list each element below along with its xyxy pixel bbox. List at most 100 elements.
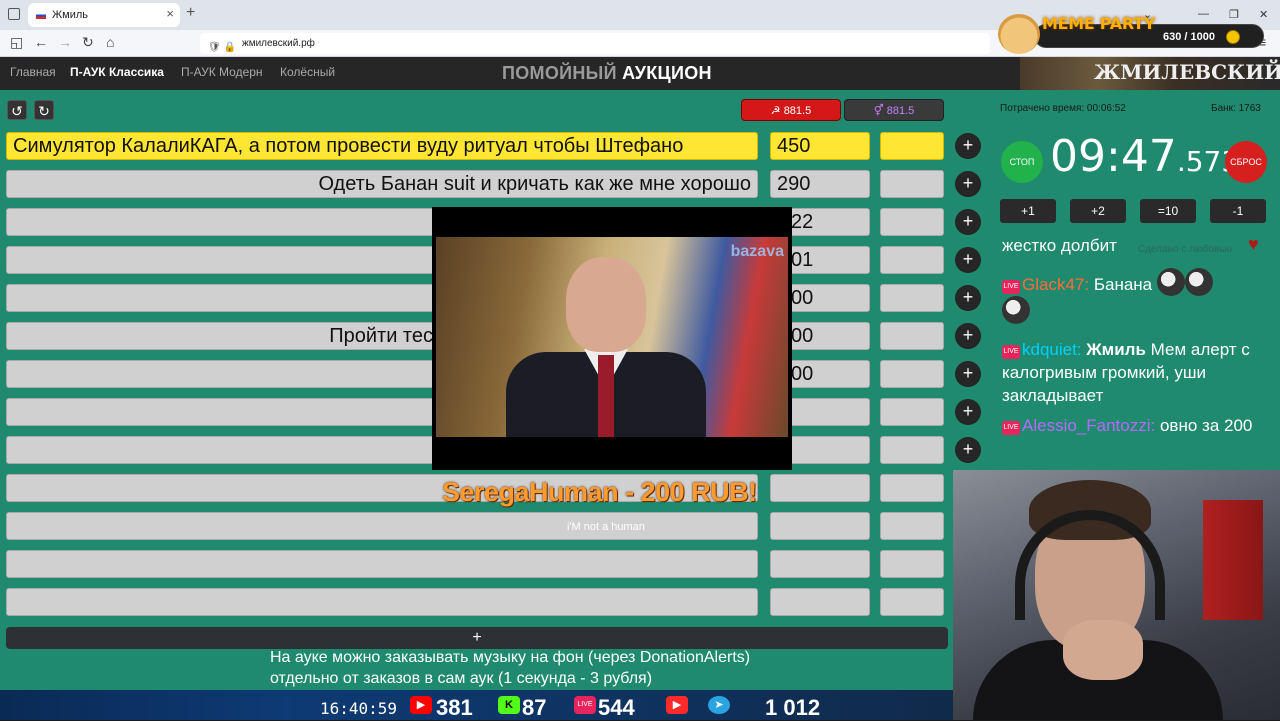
lot-add-amount-input[interactable]	[880, 132, 944, 160]
donation-message: i'M not a human	[567, 521, 645, 533]
add-bid-plus-button[interactable]: +	[955, 323, 981, 349]
lot-name-input[interactable]	[6, 512, 758, 540]
live-badge-icon: LIVE	[1002, 345, 1020, 359]
timer-set10-button[interactable]: =10	[1140, 199, 1196, 223]
nav-link-wheel[interactable]: Колёсный	[280, 65, 335, 79]
tab-list-icon[interactable]	[8, 8, 20, 20]
lot-name-input[interactable]	[6, 588, 758, 616]
emote-icon	[1156, 268, 1185, 296]
nav-link-home[interactable]: Главная	[10, 65, 56, 79]
lot-add-amount-input[interactable]	[880, 550, 944, 578]
streamer-hands	[1063, 620, 1143, 680]
info-text: На ауке можно заказывать музыку на фон (…	[270, 647, 750, 689]
browser-tab[interactable]: Жмиль ×	[28, 3, 180, 27]
chat-nick: kdquiet:	[1022, 340, 1082, 359]
url-bar[interactable]: 🛡 🔒 жмилевский.рф	[200, 33, 990, 54]
lot-add-amount-input[interactable]	[880, 588, 944, 616]
nav-link-classic[interactable]: П-АУК Классика	[70, 65, 164, 79]
reload-icon[interactable]: ↻	[82, 34, 94, 51]
add-bid-plus-button[interactable]: +	[955, 209, 981, 235]
site-banner: ЖМИЛЕВСКИЙ.РФ	[1020, 57, 1280, 90]
banner-text: ЖМИЛЕВСКИЙ.РФ	[1094, 60, 1280, 84]
redo-icon[interactable]: ↻	[34, 100, 54, 120]
add-bid-plus-button[interactable]: +	[955, 133, 981, 159]
new-tab-button[interactable]: +	[186, 4, 195, 22]
close-tab-icon[interactable]: ×	[166, 6, 174, 21]
lot-add-amount-input[interactable]	[880, 246, 944, 274]
undo-icon[interactable]: ↺	[7, 100, 27, 120]
webcam-feed	[953, 470, 1280, 720]
coin-icon	[1226, 30, 1240, 44]
live-badge-icon: LIVE	[1002, 280, 1020, 294]
live-count: 544	[598, 695, 635, 720]
add-lot-button[interactable]: +	[6, 627, 948, 649]
heart-icon: ♥	[1248, 234, 1259, 254]
total-purple-value: 881.5	[886, 105, 915, 117]
lot-add-amount-input[interactable]	[880, 398, 944, 426]
chat-nick: Glack47:	[1022, 275, 1090, 294]
add-bid-plus-button[interactable]: +	[955, 361, 981, 387]
meme-party-widget: MEME PARTY 630 / 1000	[998, 14, 1274, 54]
chat-message: LIVE Glack47: Банана	[1002, 268, 1268, 324]
title-dim: ПОМОЙНЫЙ	[502, 63, 617, 83]
emote-icon	[1184, 268, 1213, 296]
lot-amount-input[interactable]	[770, 588, 870, 616]
meme-party-logo: MEME PARTY	[1042, 14, 1156, 33]
lot-amount-input[interactable]	[770, 512, 870, 540]
add-bid-plus-button[interactable]: +	[955, 285, 981, 311]
chat-message: LIVE Alessio_Fantozzi: овно за 200	[1002, 414, 1268, 437]
lot-add-amount-input[interactable]	[880, 208, 944, 236]
lot-add-amount-input[interactable]	[880, 170, 944, 198]
vk-live-icon: LIVE	[574, 696, 596, 714]
lot-name-input[interactable]	[6, 550, 758, 578]
add-bid-plus-button[interactable]: +	[955, 247, 981, 273]
video-frame: bazava	[436, 237, 788, 437]
lot-add-amount-input[interactable]	[880, 512, 944, 540]
lot-name-input[interactable]: Одеть Банан suit и кричать как же мне хо…	[6, 170, 758, 198]
chat-nick: Alessio_Fantozzi:	[1022, 416, 1156, 435]
lot-add-amount-input[interactable]	[880, 474, 944, 502]
stream-clock: 16:40:59	[320, 699, 398, 718]
youtube-count: 381	[436, 695, 473, 720]
lot-add-amount-input[interactable]	[880, 322, 944, 350]
add-bid-plus-button[interactable]: +	[955, 171, 981, 197]
lot-add-amount-input[interactable]	[880, 360, 944, 388]
stop-button[interactable]: СТОП	[1001, 141, 1043, 183]
lot-row	[6, 512, 946, 540]
timer-display: 09:47.573	[1050, 131, 1239, 182]
lot-add-amount-input[interactable]	[880, 284, 944, 312]
chat-mention: Жмиль	[1086, 340, 1146, 359]
telegram-icon: ➤	[708, 696, 730, 714]
lot-name-input[interactable]: Симулятор КалалиКАГА, а потом провести в…	[6, 132, 758, 160]
lot-row: Одеть Банан suit и кричать как же мне хо…	[6, 170, 946, 198]
chat-text: овно за 200	[1159, 416, 1253, 435]
stream-stats-bar: 16:40:59 ▶ 381 K 87 LIVE 544 ▶ ➤ 1 012	[0, 690, 953, 720]
site-nav: Главная П-АУК Классика П-АУК Модерн Колё…	[0, 57, 1280, 90]
add-bid-plus-button[interactable]: +	[955, 437, 981, 463]
nav-link-modern[interactable]: П-АУК Модерн	[181, 65, 263, 79]
doge-icon	[998, 14, 1040, 54]
chat-overlay: жестко долбит Сделано с любовью ♥ LIVE Gl…	[988, 234, 1280, 470]
timer-minus1-button[interactable]: -1	[1210, 199, 1266, 223]
reset-button[interactable]: СБРОС	[1225, 141, 1267, 183]
lot-amount-input[interactable]: 290	[770, 170, 870, 198]
youtube-icon: ▶	[410, 696, 432, 714]
lot-add-amount-input[interactable]	[880, 436, 944, 464]
info-line-2: отдельно от заказов в сам аук (1 секунда…	[270, 670, 653, 687]
lot-amount-input[interactable]	[770, 474, 870, 502]
timer-plus2-button[interactable]: +2	[1070, 199, 1126, 223]
lot-amount-input[interactable]: 450	[770, 132, 870, 160]
home-icon[interactable]: ⌂	[106, 34, 114, 50]
timer-main: 09:47	[1050, 131, 1177, 182]
sidebar-icon[interactable]: ◱	[10, 34, 23, 51]
lot-row	[6, 588, 946, 616]
timer-plus1-button[interactable]: +1	[1000, 199, 1056, 223]
forward-icon[interactable]: →	[58, 34, 72, 50]
total-purple-badge: ⚥ 881.5	[844, 99, 944, 121]
flag-background	[1203, 500, 1263, 620]
back-icon[interactable]: ←	[34, 34, 48, 50]
person-head	[566, 257, 646, 352]
add-bid-plus-button[interactable]: +	[955, 399, 981, 425]
lot-amount-input[interactable]	[770, 550, 870, 578]
kick-icon: K	[498, 696, 520, 714]
